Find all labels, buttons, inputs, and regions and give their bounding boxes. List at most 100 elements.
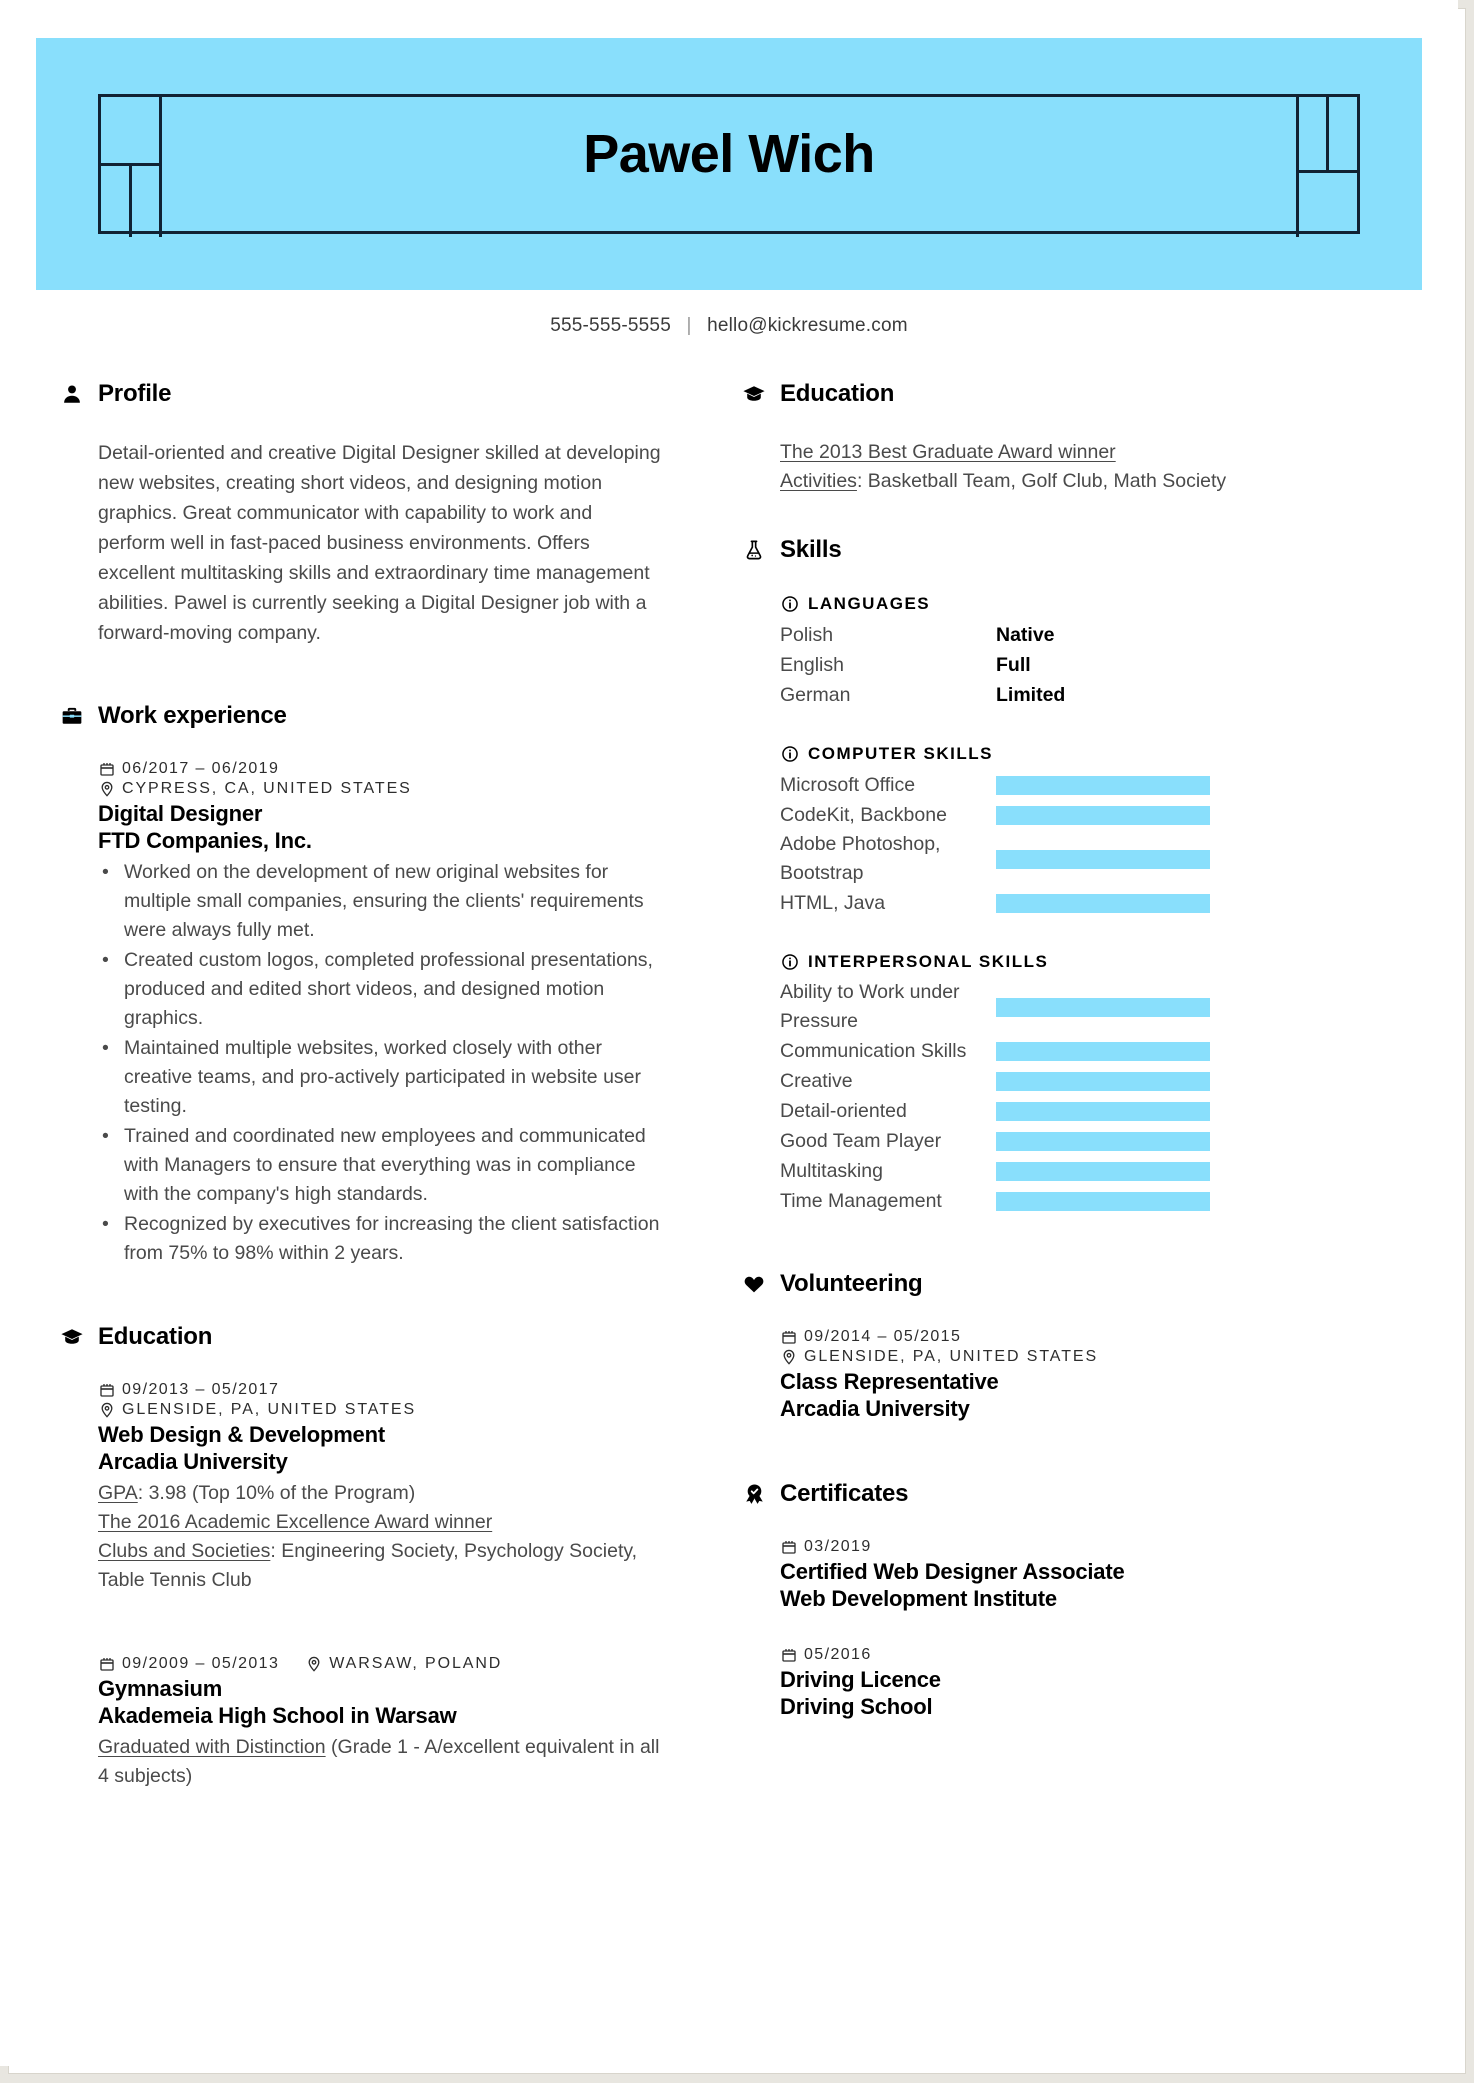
work-entry-location: CYPRESS, CA, UNITED STATES — [122, 780, 412, 797]
skill-name: Good Team Player — [780, 1129, 942, 1152]
section-header-work-experience: Work experience — [60, 702, 664, 730]
education-entry: 09/2009 – 05/2013 WARSAW, POLAND Gymnasi… — [98, 1655, 664, 1791]
section-volunteering: Volunteering 09/2014 – 05/2015 GLENSIDE,… — [742, 1270, 1398, 1422]
flask-icon — [742, 538, 766, 562]
skill-bar-track — [996, 805, 1210, 825]
skill-name: Ability to Work under Pressure — [780, 981, 960, 1032]
skill-group-interpersonal-skills: INTERPERSONAL SKILLS Ability to Work und… — [780, 952, 1398, 1216]
certificate-date: 05/2016 — [804, 1646, 872, 1663]
volunteering-position: Class Representative — [780, 1369, 999, 1394]
education-detail-line: Clubs and Societies: Engineering Society… — [98, 1537, 664, 1595]
volunteering-entry: 09/2014 – 05/2015 GLENSIDE, PA, UNITED S… — [780, 1328, 1398, 1422]
skill-bar-row: Adobe Photoshop, Bootstrap — [780, 830, 1398, 888]
section-title-skills: Skills — [780, 536, 842, 563]
certificate-date-row: 05/2016 — [780, 1646, 1398, 1664]
volunteering-location: GLENSIDE, PA, UNITED STATES — [804, 1348, 1099, 1365]
location-pin-icon — [305, 1656, 322, 1673]
section-work-experience: Work experience 06/2017 – 06/2019 CYPRES… — [60, 702, 664, 1268]
work-entry-bullets: Worked on the development of new origina… — [98, 858, 664, 1268]
skill-bar-track — [996, 849, 1210, 869]
language-level: Full — [996, 654, 1031, 676]
work-entry-organization: FTD Companies, Inc. — [98, 828, 312, 853]
skill-bar-row: Detail-oriented — [780, 1096, 1398, 1126]
left-column: Profile Detail-oriented and creative Dig… — [0, 380, 700, 1791]
education-detail-rest: : Basketball Team, Golf Club, Math Socie… — [856, 470, 1227, 492]
skill-bar-row: Creative — [780, 1066, 1398, 1096]
section-header-volunteering: Volunteering — [742, 1270, 1398, 1298]
section-body-volunteering: 09/2014 – 05/2015 GLENSIDE, PA, UNITED S… — [742, 1328, 1398, 1422]
section-title-volunteering: Volunteering — [780, 1270, 923, 1297]
certificate-issuer: Web Development Institute — [780, 1586, 1057, 1611]
education-entry-degree: Gymnasium — [98, 1676, 223, 1701]
volunteering-date-row: 09/2014 – 05/2015 — [780, 1328, 1398, 1346]
skill-bar-track — [996, 1041, 1210, 1061]
section-profile: Profile Detail-oriented and creative Dig… — [60, 380, 664, 648]
calendar-icon — [98, 1656, 115, 1673]
skill-name: HTML, Java — [780, 891, 886, 914]
work-entry-position: Digital Designer — [98, 801, 263, 826]
skill-bar-row: Good Team Player — [780, 1126, 1398, 1156]
skill-name: Adobe Photoshop, Bootstrap — [780, 833, 941, 884]
skill-name: CodeKit, Backbone — [780, 803, 947, 826]
skill-name: Multitasking — [780, 1159, 883, 1182]
info-circle-icon — [780, 595, 799, 614]
volunteering-date: 09/2014 – 05/2015 — [804, 1328, 962, 1345]
section-body-certificates: 03/2019 Certified Web Designer Associate… — [742, 1538, 1398, 1720]
education-entry-date: 09/2013 – 05/2017 — [122, 1381, 280, 1398]
education-detail-label: Graduated with Distinction — [98, 1736, 326, 1758]
section-body-profile: Detail-oriented and creative Digital Des… — [60, 438, 664, 648]
section-title-work-experience: Work experience — [98, 702, 287, 729]
list-item: Worked on the development of new origina… — [98, 858, 664, 945]
info-circle-icon — [780, 745, 799, 764]
list-item: Maintained multiple websites, worked clo… — [98, 1034, 664, 1121]
volunteering-location-row: GLENSIDE, PA, UNITED STATES — [780, 1348, 1398, 1366]
person-icon — [60, 382, 84, 406]
education-entry-date: 09/2009 – 05/2013 — [122, 1655, 280, 1672]
skill-bar-row: HTML, Java — [780, 888, 1398, 918]
section-title-profile: Profile — [98, 380, 172, 407]
skill-name: Creative — [780, 1069, 853, 1092]
work-entry: 06/2017 – 06/2019 CYPRESS, CA, UNITED ST… — [98, 760, 664, 1268]
education-detail-label: The 2013 Best Graduate Award winner — [780, 441, 1116, 463]
skill-bar-row: Multitasking — [780, 1156, 1398, 1186]
skill-group-languages: LANGUAGES Polish Native English Full Ger… — [780, 594, 1398, 710]
language-name: German — [780, 684, 851, 706]
section-body-education-right: The 2013 Best Graduate Award winner Acti… — [742, 438, 1398, 496]
certificate-name: Certified Web Designer Associate — [780, 1559, 1125, 1584]
section-title-certificates: Certificates — [780, 1480, 909, 1507]
education-detail-line: GPA: 3.98 (Top 10% of the Program) — [98, 1479, 664, 1508]
language-level: Limited — [996, 684, 1066, 706]
skill-group-computer-skills: COMPUTER SKILLS Microsoft Office CodeKit… — [780, 744, 1398, 918]
section-body-education-left: 09/2013 – 05/2017 GLENSIDE, PA, UNITED S… — [60, 1381, 664, 1791]
section-education-left: Education 09/2013 – 05/2017 GLENSIDE, PA… — [60, 1323, 664, 1791]
skill-bar-track — [996, 997, 1210, 1017]
calendar-icon — [98, 761, 115, 778]
work-entry-date-row: 06/2017 – 06/2019 — [98, 760, 664, 778]
work-entry-date: 06/2017 – 06/2019 — [122, 760, 280, 777]
education-entry-location: GLENSIDE, PA, UNITED STATES — [122, 1401, 417, 1418]
skill-bar-track — [996, 1191, 1210, 1211]
calendar-icon — [780, 1647, 797, 1664]
skill-group-header: LANGUAGES — [780, 594, 1398, 614]
calendar-icon — [780, 1329, 797, 1346]
skill-name: Microsoft Office — [780, 773, 916, 796]
info-circle-icon — [780, 953, 799, 972]
skill-bar-row: Ability to Work under Pressure — [780, 978, 1398, 1036]
education-detail-line: Activities: Basketball Team, Golf Club, … — [780, 467, 1398, 496]
skill-bar-track — [996, 1071, 1210, 1091]
skill-group-title: INTERPERSONAL SKILLS — [808, 952, 1049, 971]
certificate-date: 03/2019 — [804, 1538, 872, 1555]
education-detail-label: GPA — [98, 1482, 138, 1504]
section-body-skills: LANGUAGES Polish Native English Full Ger… — [742, 594, 1398, 1216]
skill-group-header: COMPUTER SKILLS — [780, 744, 1398, 764]
contact-line: 555-555-5555 | hello@kickresume.com — [0, 315, 1458, 337]
section-skills: Skills LANGUAGES Polish Native English F… — [742, 536, 1398, 1216]
section-education-right: Education The 2013 Best Graduate Award w… — [742, 380, 1398, 496]
resume-page: Pawel Wich 555-555-5555 | hello@kickresu… — [0, 0, 1458, 2066]
list-item: Recognized by executives for increasing … — [98, 1210, 664, 1268]
